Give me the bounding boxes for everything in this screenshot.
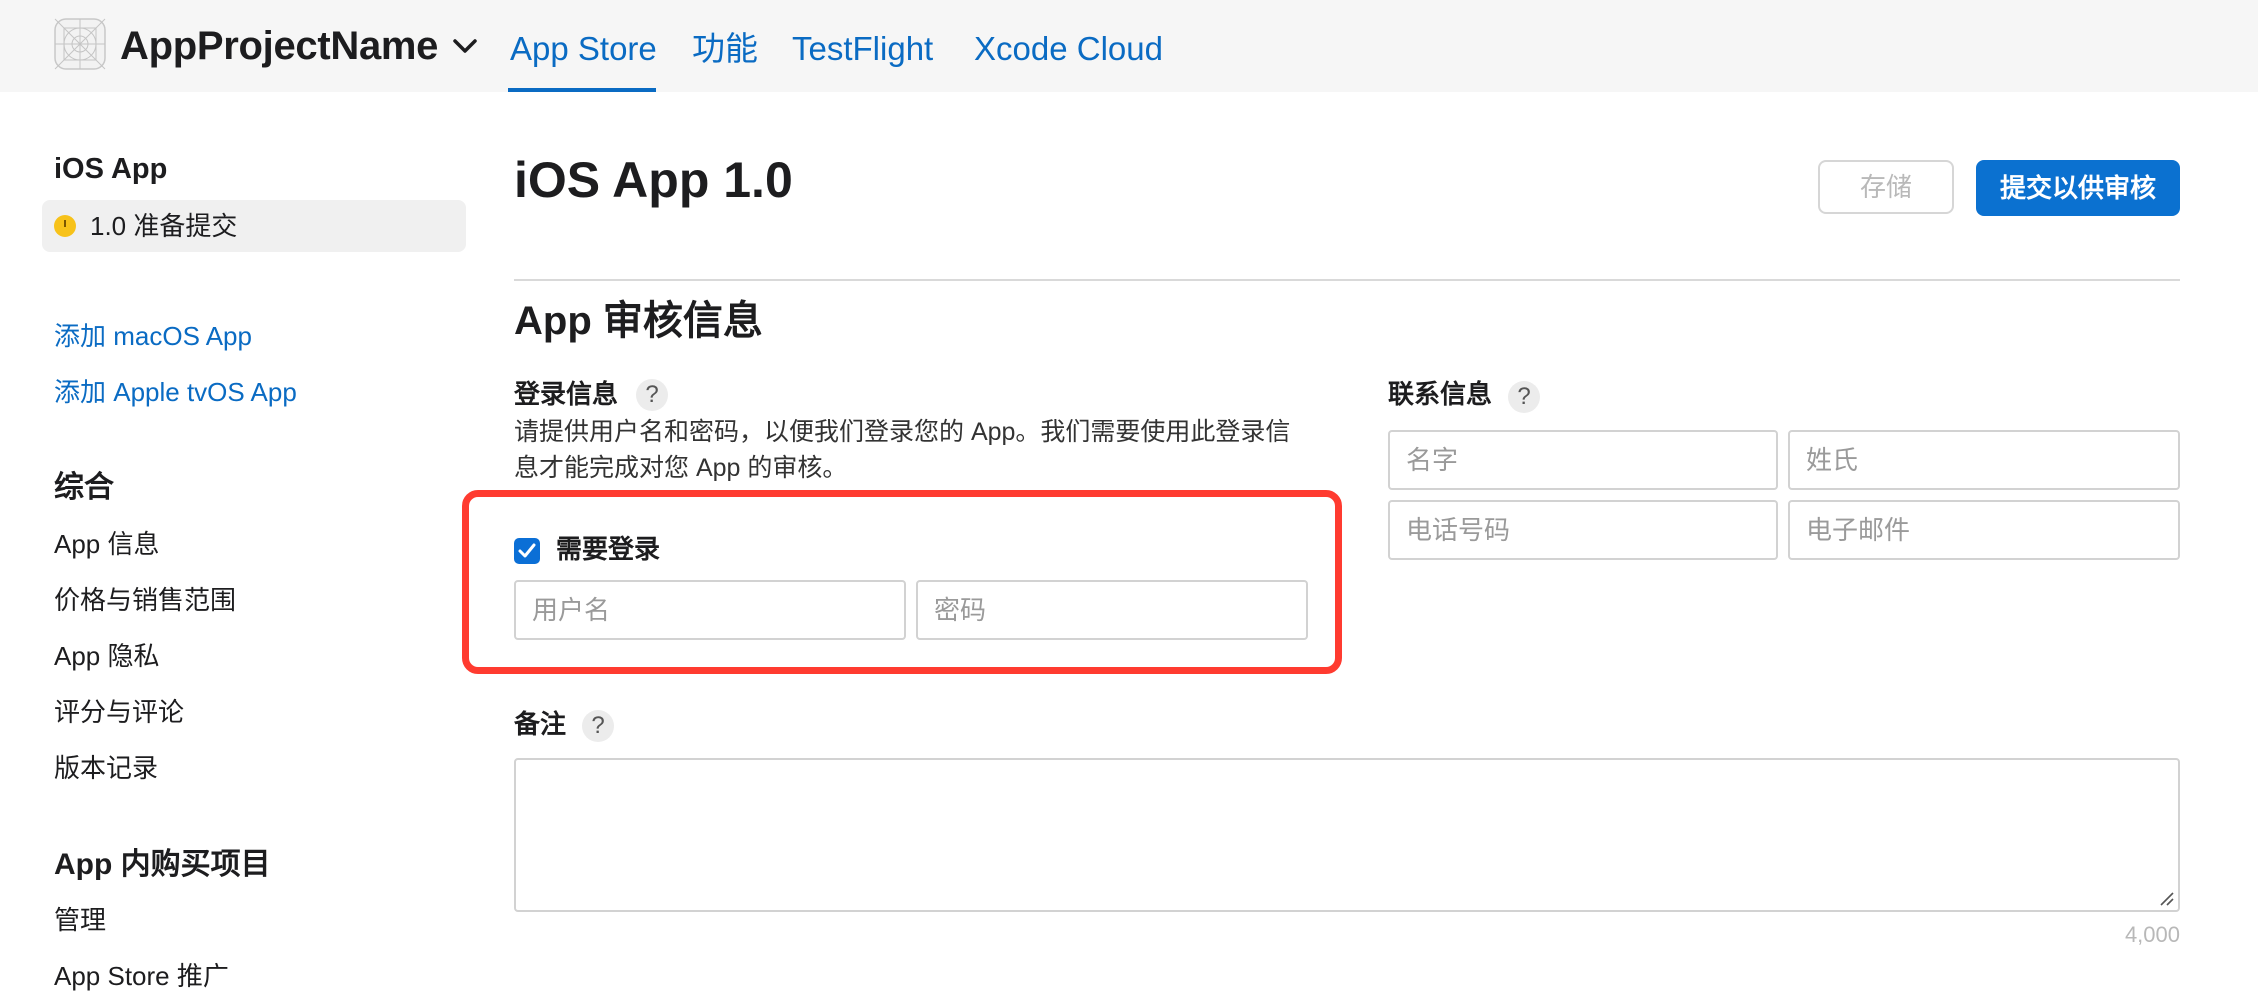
sidebar-item-app-privacy[interactable]: App 隐私 <box>54 638 160 674</box>
sidebar-platform-title: iOS App <box>54 153 168 185</box>
tab-xcode-cloud[interactable]: Xcode Cloud <box>974 26 1163 72</box>
sign-in-required-label[interactable]: 需要登录 <box>556 531 660 567</box>
submit-for-review-button[interactable]: 提交以供审核 <box>1976 160 2180 216</box>
page-title: iOS App 1.0 <box>514 152 793 208</box>
sidebar-item-ratings-reviews[interactable]: 评分与评论 <box>54 694 184 730</box>
save-button[interactable]: 存储 <box>1818 160 1954 214</box>
project-name[interactable]: AppProjectName <box>120 20 438 72</box>
password-field[interactable] <box>916 580 1308 640</box>
email-field[interactable] <box>1788 500 2180 560</box>
sign-in-info-label: 登录信息 <box>514 379 619 409</box>
sign-in-required-checkbox[interactable] <box>514 538 540 564</box>
sidebar-item-app-info[interactable]: App 信息 <box>54 526 160 562</box>
resize-grip-icon[interactable] <box>2158 890 2174 906</box>
phone-input[interactable] <box>1390 502 1776 558</box>
sign-in-description: 请提供用户名和密码，以便我们登录您的 App。我们需要使用此登录信息才能完成对您… <box>514 418 1291 482</box>
top-navigation-bar: AppProjectName App Store 功能 TestFlight X… <box>0 0 2258 92</box>
sidebar-item-pricing[interactable]: 价格与销售范围 <box>54 582 236 618</box>
first-name-field[interactable] <box>1388 430 1778 490</box>
tab-testflight[interactable]: TestFlight <box>792 26 933 72</box>
email-input[interactable] <box>1790 502 2178 558</box>
first-name-input[interactable] <box>1390 432 1776 488</box>
username-input[interactable] <box>516 582 904 638</box>
contact-info-label: 联系信息 <box>1388 379 1493 409</box>
chevron-down-icon[interactable] <box>452 37 478 55</box>
checkmark-icon <box>518 543 536 558</box>
notes-textarea[interactable] <box>516 760 2178 910</box>
sidebar-item-app-store-promotion[interactable]: App Store 推广 <box>54 958 229 994</box>
sign-in-help-icon[interactable]: ? <box>636 379 668 411</box>
app-placeholder-icon[interactable] <box>54 18 106 70</box>
notes-field[interactable] <box>514 758 2180 912</box>
password-input[interactable] <box>918 582 1306 638</box>
sidebar-item-manage[interactable]: 管理 <box>54 902 106 938</box>
notes-help-icon[interactable]: ? <box>582 710 614 742</box>
last-name-field[interactable] <box>1788 430 2180 490</box>
section-divider <box>514 279 2180 281</box>
username-field[interactable] <box>514 580 906 640</box>
add-macos-app-link[interactable]: 添加 macOS App <box>54 318 252 354</box>
tab-features[interactable]: 功能 <box>692 26 758 72</box>
tab-app-store[interactable]: App Store <box>510 26 657 72</box>
section-title-app-review-info: App 审核信息 <box>514 299 763 343</box>
last-name-input[interactable] <box>1790 432 2178 488</box>
sidebar-item-version-history[interactable]: 版本记录 <box>54 750 158 786</box>
notes-character-limit: 4,000 <box>2124 922 2180 947</box>
sidebar-heading-general: 综合 <box>54 471 114 504</box>
sidebar-item-version-label[interactable]: 1.0 准备提交 <box>90 208 237 244</box>
active-tab-indicator <box>508 88 656 92</box>
phone-field[interactable] <box>1388 500 1778 560</box>
contact-help-icon[interactable]: ? <box>1508 381 1540 413</box>
notes-label: 备注 <box>514 709 567 739</box>
add-tvos-app-link[interactable]: 添加 Apple tvOS App <box>54 374 297 410</box>
sidebar-heading-in-app-purchases: App 内购买项目 <box>54 848 271 881</box>
clock-status-icon <box>54 215 76 237</box>
